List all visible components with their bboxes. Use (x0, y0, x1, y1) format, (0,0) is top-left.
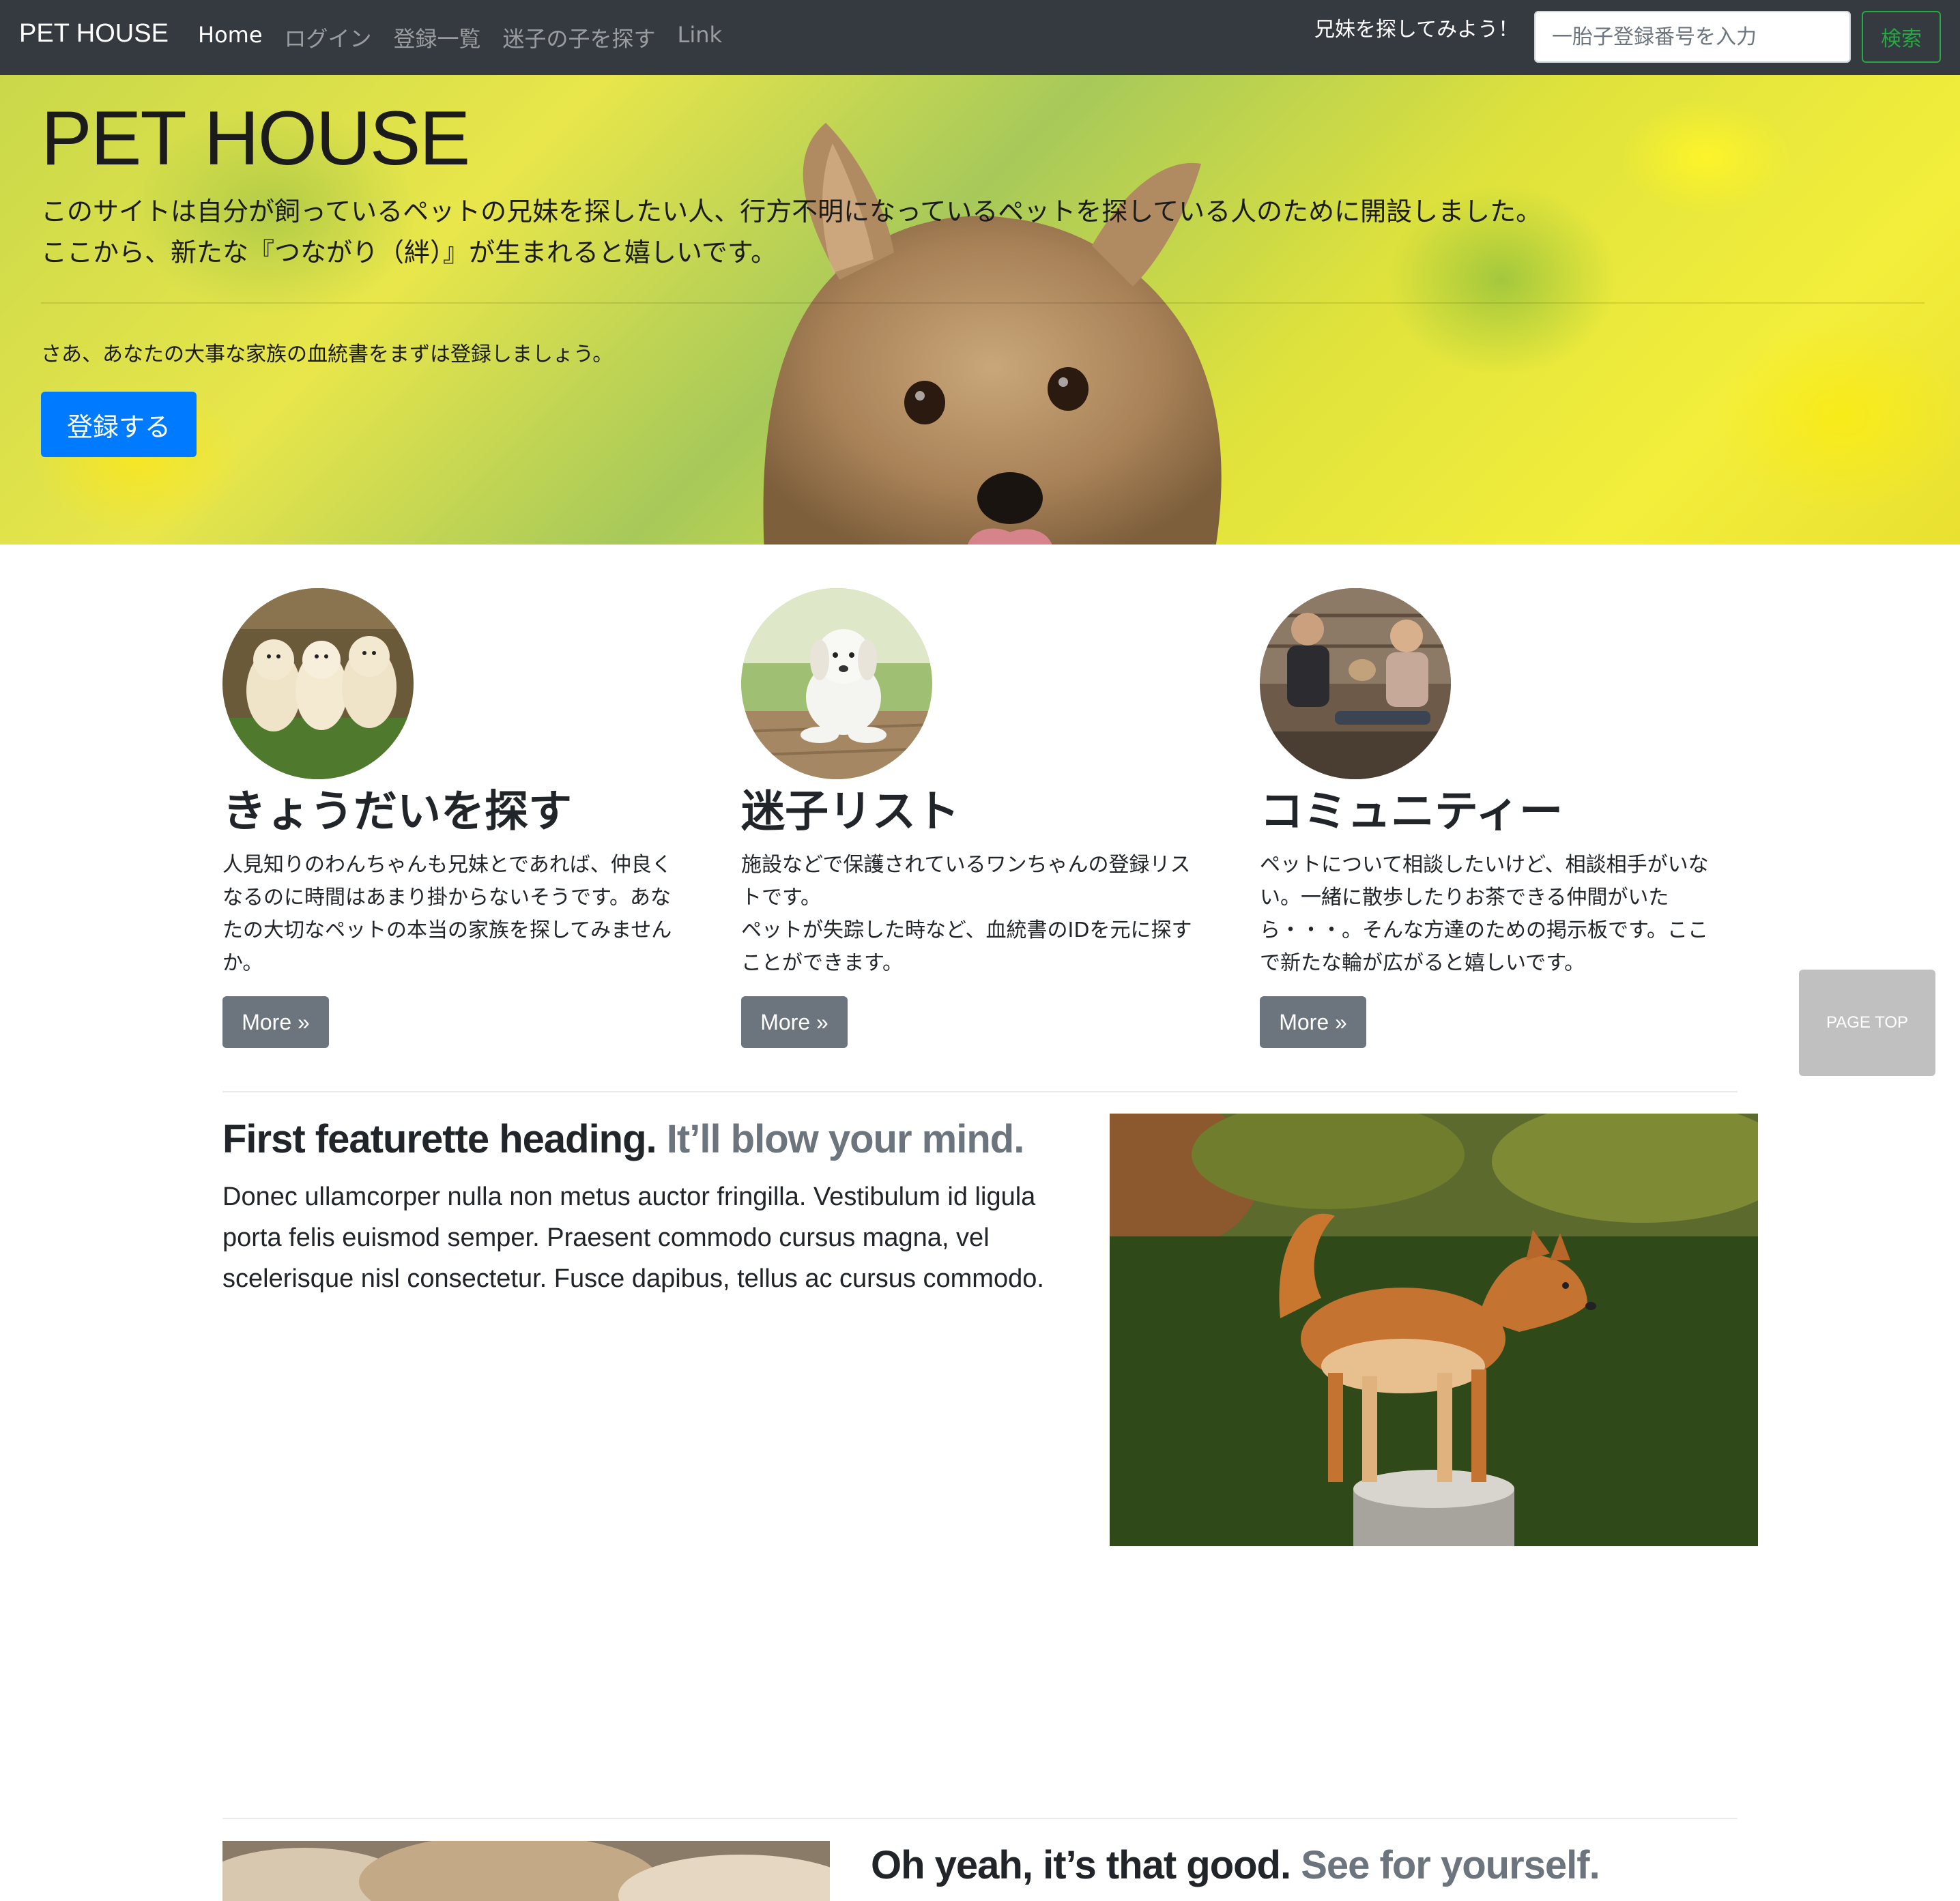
featurette-divider (222, 1091, 1738, 1092)
column-title: 迷子リスト (741, 787, 960, 837)
white-puppy-image (741, 588, 932, 779)
hero-note: さあ、あなたの大事な家族の血統書をまずは登録しましょう。 (41, 343, 614, 366)
more-button[interactable]: More » (222, 996, 329, 1048)
more-button[interactable]: More » (1260, 996, 1366, 1048)
column-text-line2: ペットが失踪した時など、血統書のIDを元に探すことができます。 (741, 918, 1192, 975)
nav-link-home[interactable]: Home (198, 22, 263, 53)
column-find-siblings: きょうだいを探す 人見知りのわんちゃんも兄妹とであれば、仲良くなるのに時間はあま… (222, 588, 687, 1048)
hero-lead-line2: ここから、新たな『つながり（絆）』が生まれると嬉しいです。 (41, 237, 777, 267)
column-title: コミュニティー (1260, 787, 1563, 837)
featurette-heading-muted: See for yourself. (1301, 1843, 1600, 1887)
more-button[interactable]: More » (741, 996, 848, 1048)
registration-number-search-input[interactable] (1534, 11, 1851, 63)
navbar-brand[interactable]: PET HOUSE (19, 19, 169, 48)
cat-image (222, 1841, 830, 1901)
featurette-heading: Oh yeah, it’s that good. See for yoursel… (871, 1842, 1600, 1888)
nav-link-find-lost[interactable]: 迷子の子を探す (503, 22, 656, 53)
column-lost-list: 迷子リスト 施設などで保護されているワンちゃんの登録リストです。 ペットが失踪し… (741, 588, 1205, 1048)
search-button[interactable]: 検索 (1862, 11, 1941, 63)
column-text: 人見知りのわんちゃんも兄妹とであれば、仲良くなるのに時間はあまり掛からないそうで… (222, 853, 672, 975)
hero-lead-line1: このサイトは自分が飼っているペットの兄妹を探したい人、行方不明になっているペット… (41, 197, 1542, 227)
search-prompt: 兄妹を探してみよう！ (1314, 18, 1519, 42)
column-text-line1: 施設などで保護されているワンちゃんの登録リストです。 (741, 853, 1191, 910)
column-text: 施設などで保護されているワンちゃんの登録リストです。 ペットが失踪した時など、血… (741, 849, 1205, 980)
navbar: PET HOUSE Home ログイン 登録一覧 迷子の子を探す Link 兄妹… (0, 0, 1960, 75)
nav-link-login[interactable]: ログイン (285, 22, 372, 53)
nav-links: Home ログイン 登録一覧 迷子の子を探す Link (198, 22, 722, 53)
page-top-button[interactable]: PAGE TOP (1799, 970, 1935, 1076)
column-title: きょうだいを探す (222, 787, 572, 837)
featurette-heading-main: Oh yeah, it’s that good. (871, 1843, 1291, 1887)
featurette-heading-main: First featurette heading. (222, 1117, 657, 1161)
column-community: コミュニティー ペットについて相談したいけど、相談相手がいない。一緒に散歩したり… (1260, 588, 1724, 1048)
nav-link-registry-list[interactable]: 登録一覧 (394, 22, 481, 53)
nav-link-link[interactable]: Link (678, 22, 723, 53)
hero-lead: このサイトは自分が飼っているペットの兄妹を探したい人、行方不明になっているペット… (41, 191, 1542, 273)
hero-jumbotron: PET HOUSE このサイトは自分が飼っているペットの兄妹を探したい人、行方不… (0, 75, 1960, 545)
terrier-dog-image (763, 123, 1222, 545)
featurette-text: Donec ullamcorper nulla non metus auctor… (222, 1182, 1044, 1293)
hero-divider (41, 302, 1925, 304)
hero-title: PET HOUSE (41, 96, 470, 181)
featurette-divider (222, 1818, 1738, 1819)
register-button[interactable]: 登録する (41, 392, 197, 457)
column-text: ペットについて相談したいけど、相談相手がいない。一緒に散歩したりお茶できる仲間が… (1260, 853, 1709, 975)
friends-with-dog-image (1260, 588, 1451, 779)
shiba-dog-image (1110, 1114, 1758, 1546)
featurette-heading: First featurette heading. It’ll blow you… (222, 1116, 1024, 1162)
three-puppies-image (222, 588, 414, 779)
featurette-heading-muted: It’ll blow your mind. (666, 1117, 1025, 1161)
